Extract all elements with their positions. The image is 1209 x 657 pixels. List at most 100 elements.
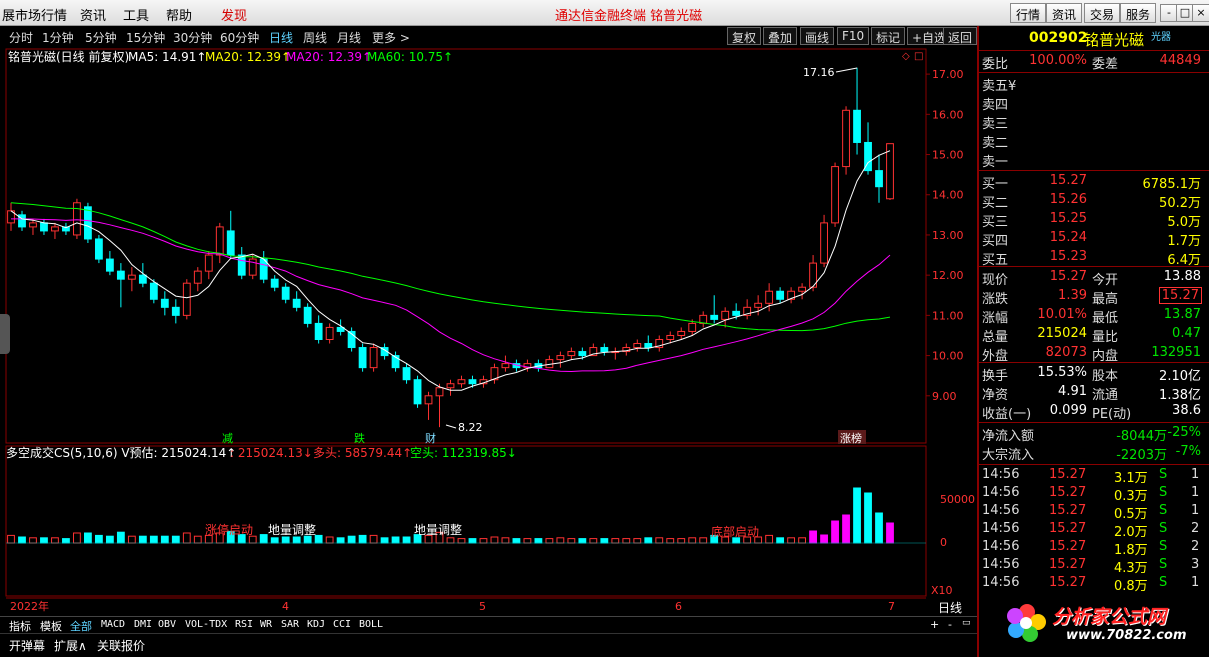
close-icon[interactable]: ×	[1192, 4, 1209, 22]
stat2-label-2: 股本	[1092, 369, 1119, 384]
buy-level-label: 买四	[982, 234, 1009, 249]
buy-level-row: 买二 15.26 50.2万	[979, 192, 1209, 211]
kline-svg[interactable]: 铭普光磁(日线 前复权) MA5: 14.91↑ MA20: 12.39↑ MA…	[0, 46, 977, 616]
tick-row[interactable]: 14:56 15.27 0.3万 S 1	[979, 485, 1209, 504]
tab-rsi[interactable]: RSI	[235, 619, 253, 630]
tab-template[interactable]: 模板	[40, 618, 62, 634]
buy-level-row: 买三 15.25 5.0万	[979, 211, 1209, 230]
volume-bar	[864, 492, 872, 544]
period-tab[interactable]: 15分钟	[126, 29, 165, 46]
period-tab[interactable]: 分时	[9, 29, 33, 46]
stat-label: 现价	[982, 273, 1009, 288]
tab-cci[interactable]: CCI	[333, 619, 351, 630]
buy-level-volume: 5.0万	[1167, 215, 1201, 230]
volume-bar	[765, 534, 774, 544]
diamond-icon[interactable]: ◇	[902, 51, 910, 62]
tick-price: 15.27	[1049, 557, 1087, 572]
period-tab[interactable]: 5分钟	[85, 29, 117, 46]
square-icon[interactable]: □	[914, 51, 923, 62]
candle-up	[424, 395, 433, 405]
tab-kdj[interactable]: KDJ	[307, 619, 325, 630]
tick-row[interactable]: 14:56 15.27 1.8万 S 2	[979, 539, 1209, 558]
weibi-row: 委比 100.00% 委差 44849	[979, 53, 1209, 72]
tick-volume: 0.5万	[1114, 507, 1148, 522]
zoom-out-icon[interactable]: -	[948, 618, 952, 631]
period-tab[interactable]: 1分钟	[42, 29, 74, 46]
period-more[interactable]: 更多 >	[372, 29, 410, 46]
volume-bar	[787, 537, 796, 544]
period-tab[interactable]: 30分钟	[173, 29, 212, 46]
candle-down	[358, 347, 367, 369]
tab-sar[interactable]: SAR	[281, 619, 299, 630]
tab-all[interactable]: 全部	[70, 618, 92, 634]
sell-level-label: 卖四	[982, 98, 1009, 113]
zoom-in-icon[interactable]: +	[930, 618, 939, 631]
tick-row[interactable]: 14:56 15.27 2.0万 S 2	[979, 521, 1209, 540]
btn-news[interactable]: 资讯	[1046, 3, 1083, 23]
expand-icon[interactable]: ▭	[962, 618, 971, 628]
btn-trade[interactable]: 交易	[1084, 3, 1121, 23]
flow-label: 大宗流入	[982, 448, 1035, 463]
volume-bar	[853, 487, 861, 544]
volume-bar	[666, 538, 675, 544]
period-tab[interactable]: 月线	[337, 29, 361, 46]
btn-back[interactable]: 返回	[943, 27, 977, 45]
btn-related[interactable]: 关联报价	[97, 637, 145, 654]
volume-bar	[820, 534, 828, 544]
tick-row[interactable]: 14:56 15.27 4.3万 S 3	[979, 557, 1209, 576]
buy-level-price: 15.26	[1049, 192, 1087, 207]
btn-mark[interactable]: 标记	[871, 27, 906, 45]
stat2-value: 0.099	[1049, 403, 1087, 418]
tick-price: 15.27	[1049, 539, 1087, 554]
tab-indicator[interactable]: 指标	[9, 618, 31, 634]
tick-row[interactable]: 14:56 15.27 0.8万 S 1	[979, 575, 1209, 594]
tab-boll[interactable]: BOLL	[359, 619, 383, 630]
tick-side: S	[1159, 503, 1168, 518]
candle-down	[171, 306, 180, 316]
tab-macd[interactable]: MACD	[101, 619, 125, 630]
candle-down	[314, 322, 323, 340]
menu-market[interactable]: 展市场行情	[2, 5, 67, 24]
tick-row[interactable]: 14:56 15.27 0.5万 S 1	[979, 503, 1209, 522]
candle-up	[369, 347, 378, 369]
stat-value-2: 0.47	[1172, 326, 1201, 341]
btn-service[interactable]: 服务	[1120, 3, 1157, 23]
tick-row[interactable]: 14:56 15.27 3.1万 S 1	[979, 467, 1209, 486]
btn-quotes[interactable]: 行情	[1010, 3, 1047, 23]
btn-f10[interactable]: F10	[837, 27, 870, 45]
period-tab[interactable]: 周线	[303, 29, 327, 46]
period-tab-daily[interactable]: 日线	[269, 29, 293, 46]
tick-volume: 4.3万	[1114, 561, 1148, 576]
btn-overlay[interactable]: 叠加	[763, 27, 798, 45]
price-tick-label: 13.00	[932, 229, 964, 242]
date-label: 5	[479, 600, 486, 613]
tick-volume: 2.0万	[1114, 525, 1148, 540]
menu-news[interactable]: 资讯	[80, 5, 106, 24]
menu-help[interactable]: 帮助	[166, 5, 192, 24]
price-tick-label: 15.00	[932, 149, 964, 162]
stat2-label: 收益(一)	[982, 407, 1032, 422]
buy-level-label: 买三	[982, 215, 1009, 230]
btn-danmaku[interactable]: 开弹幕	[9, 637, 45, 654]
btn-draw[interactable]: 画线	[800, 27, 835, 45]
candle-up	[677, 330, 686, 336]
menu-discover[interactable]: 发现	[221, 5, 247, 24]
side-collapse-handle[interactable]	[0, 314, 10, 354]
period-tab[interactable]: 60分钟	[220, 29, 259, 46]
flow-row: 净流入额 -8044万 -25%	[979, 425, 1209, 444]
btn-adjust[interactable]: 复权	[727, 27, 762, 45]
weibi-label: 委比	[982, 57, 1009, 72]
kline-chart-area[interactable]: 铭普光磁(日线 前复权) MA5: 14.91↑ MA20: 12.39↑ MA…	[0, 46, 977, 616]
volume-bar	[369, 534, 378, 544]
tab-wr[interactable]: WR	[260, 619, 272, 630]
tab-obv[interactable]: OBV	[158, 619, 176, 630]
menu-tools[interactable]: 工具	[123, 5, 149, 24]
btn-expand[interactable]: 扩展∧	[54, 637, 87, 654]
candle-down	[600, 347, 609, 353]
volume-bar	[73, 532, 81, 544]
vol-unit: X10	[931, 584, 953, 597]
stat2-value-2: 2.10亿	[1159, 369, 1201, 384]
tab-vol-tdx[interactable]: VOL-TDX	[185, 619, 227, 630]
vol-label-lowvol-2: 地量调整	[414, 522, 462, 537]
tab-dmi[interactable]: DMI	[134, 619, 152, 630]
